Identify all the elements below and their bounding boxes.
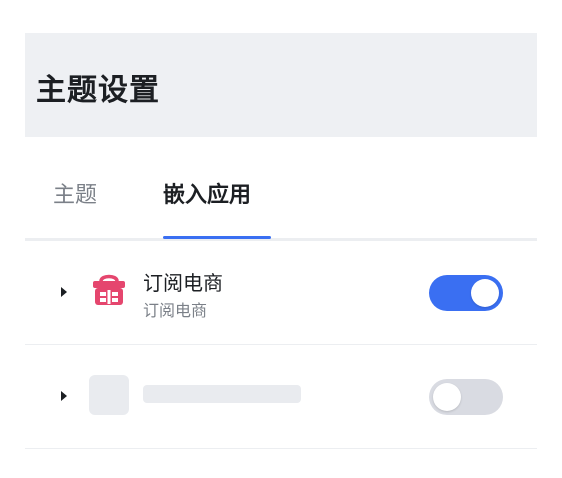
list-item: [25, 345, 537, 449]
toggle-knob: [471, 279, 499, 307]
app-enable-toggle[interactable]: [429, 275, 503, 311]
app-description: 订阅电商: [143, 301, 208, 320]
shopping-basket-icon: [89, 269, 129, 309]
settings-card: 主题 嵌入应用 订阅电商 订阅电商: [25, 137, 537, 453]
theme-settings-panel: 主题设置 主题 嵌入应用 订阅电商 订阅电商: [25, 33, 537, 453]
skeleton-name-placeholder: [143, 385, 301, 403]
toggle-knob: [433, 383, 461, 411]
page-title: 主题设置: [36, 73, 160, 108]
expand-caret-icon[interactable]: [61, 287, 67, 297]
tab-embedded-apps[interactable]: 嵌入应用: [163, 177, 251, 209]
expand-caret-icon[interactable]: [61, 391, 67, 401]
tab-theme[interactable]: 主题: [53, 177, 97, 209]
placeholder-icon: [89, 375, 129, 415]
panel-header: 主题设置: [25, 33, 537, 137]
app-name: 订阅电商: [143, 271, 223, 295]
list-item: 订阅电商 订阅电商: [25, 241, 537, 345]
tab-bar: 主题 嵌入应用: [25, 137, 537, 241]
active-tab-indicator: [163, 236, 271, 239]
app-enable-toggle[interactable]: [429, 379, 503, 415]
